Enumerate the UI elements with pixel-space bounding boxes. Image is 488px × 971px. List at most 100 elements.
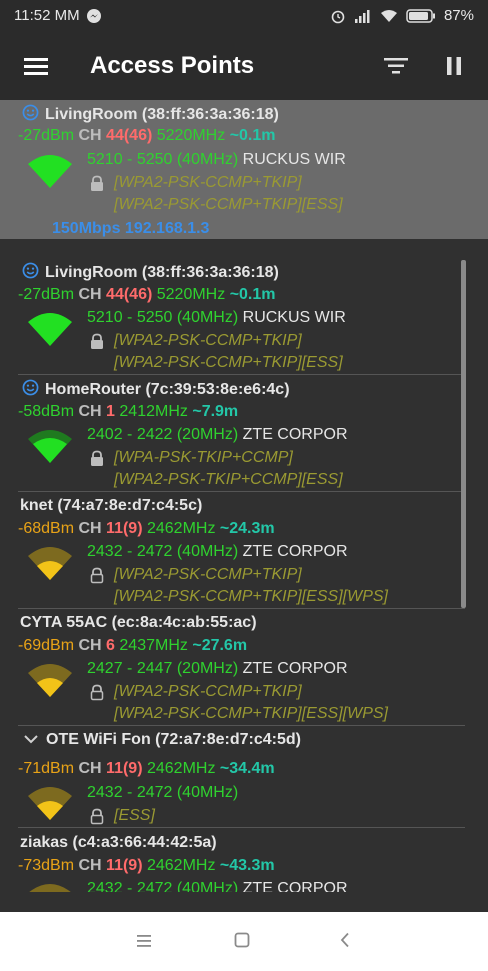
wifi-signal-icon [28, 787, 72, 820]
ap-channel-label: CH [78, 857, 102, 874]
ap-header: knet (74:a7:8e:d7:c4:5c) [20, 497, 203, 514]
access-point-item[interactable]: knet (74:a7:8e:d7:c4:5c) -68dBm CH 11(9)… [0, 492, 465, 609]
ap-signal-dbm: -73dBm [18, 857, 75, 874]
ap-capabilities-2: [WPA2-PSK-CCMP+TKIP][ESS] [114, 196, 343, 213]
access-point-item[interactable]: LivingRoom (38:ff:36:3a:36:18) -27dBm CH… [0, 100, 488, 239]
ap-frequency: 2462MHz [146, 857, 216, 874]
ap-header: LivingRoom (38:ff:36:3a:36:18) [45, 106, 279, 123]
ap-frequency: 5220MHz [156, 127, 226, 144]
ap-channel-label: CH [78, 286, 102, 303]
status-time: 11:52 MM [14, 7, 80, 24]
ap-connection-info: 150Mbps 192.168.1.3 [52, 220, 210, 237]
ap-channel-label: CH [78, 760, 102, 777]
ap-frequency: 2462MHz [146, 520, 216, 537]
menu-icon [24, 58, 48, 75]
lock-icon [90, 684, 104, 701]
ap-channel: 1 [106, 403, 115, 420]
lock-icon [90, 567, 104, 584]
home-icon [234, 932, 250, 948]
ap-capabilities-1: [ESS] [114, 807, 155, 824]
battery-icon [406, 8, 435, 23]
ap-channel-range: 2402 - 2422 (20MHz) [87, 426, 239, 443]
messenger-icon [86, 8, 101, 23]
ap-capabilities-2: [WPA2-PSK-CCMP+TKIP][ESS][WPS] [114, 705, 388, 722]
ap-header: CYTA 55AC (ec:8a:4c:ab:55:ac) [20, 614, 257, 631]
ap-signal-dbm: -71dBm [18, 760, 75, 777]
lock-icon [91, 450, 103, 466]
ap-channel-label: CH [78, 403, 102, 420]
ap-channel: 11(9) [106, 760, 143, 777]
ap-frequency: 2462MHz [146, 760, 216, 777]
access-point-item[interactable]: ziakas (c4:a3:66:44:42:5a) -73dBm CH 11(… [0, 828, 465, 892]
ap-distance: ~0.1m [229, 286, 276, 303]
ap-channel-range: 2432 - 2472 (40MHz) [87, 880, 239, 892]
ap-channel-range: 2427 - 2447 (20MHz) [87, 660, 239, 677]
back-button[interactable] [333, 930, 357, 954]
smiley-icon [22, 104, 39, 121]
ap-frequency: 5220MHz [156, 286, 226, 303]
ap-channel-label: CH [78, 127, 102, 144]
ap-header: OTE WiFi Fon (72:a7:8e:d7:c4:5d) [46, 731, 301, 748]
home-button[interactable] [230, 930, 254, 954]
ap-vendor: ZTE CORPOR [242, 880, 348, 892]
ap-vendor: ZTE CORPOR [242, 660, 348, 677]
menu-button[interactable] [20, 50, 52, 82]
filter-button[interactable] [380, 50, 412, 82]
ap-channel: 44(46) [106, 286, 153, 303]
ap-vendor: RUCKUS WIR [242, 151, 346, 168]
ap-header: HomeRouter (7c:39:53:8e:e6:4c) [45, 381, 290, 398]
ap-vendor: ZTE CORPOR [242, 426, 348, 443]
ap-capabilities-1: [WPA2-PSK-CCMP+TKIP] [114, 566, 302, 583]
wifi-signal-icon [28, 430, 72, 463]
ap-channel-range: 2432 - 2472 (40MHz) [87, 543, 239, 560]
ap-vendor: ZTE CORPOR [242, 543, 348, 560]
ap-capabilities-2: [WPA2-PSK-CCMP+TKIP][ESS][WPS] [114, 588, 388, 605]
ap-capabilities-2: [WPA2-PSK-TKIP+CCMP][ESS] [114, 471, 343, 488]
access-point-item[interactable]: OTE WiFi Fon (72:a7:8e:d7:c4:5d) -71dBm … [0, 726, 465, 828]
ap-distance: ~27.6m [192, 637, 248, 654]
navigation-bar [0, 912, 488, 971]
wifi-status-icon [380, 9, 397, 22]
access-point-item[interactable]: HomeRouter (7c:39:53:8e:e6:4c) -58dBm CH… [0, 375, 465, 492]
ap-vendor: RUCKUS WIR [242, 309, 346, 326]
ap-signal-dbm: -27dBm [18, 127, 75, 144]
wifi-signal-icon [28, 155, 72, 188]
app-bar: Access Points [0, 32, 488, 100]
page-title: Access Points [90, 52, 255, 79]
access-point-item[interactable]: LivingRoom (38:ff:36:3a:36:18) -27dBm CH… [0, 258, 465, 375]
access-point-list[interactable]: LivingRoom (38:ff:36:3a:36:18) -27dBm CH… [0, 100, 488, 892]
ap-distance: ~43.3m [219, 857, 275, 874]
ap-header: LivingRoom (38:ff:36:3a:36:18) [45, 264, 279, 281]
ap-capabilities-1: [WPA2-PSK-CCMP+TKIP] [114, 174, 302, 191]
access-point-item[interactable]: CYTA 55AC (ec:8a:4c:ab:55:ac) -69dBm CH … [0, 609, 465, 726]
ap-capabilities-1: [WPA2-PSK-CCMP+TKIP] [114, 332, 302, 349]
wifi-signal-icon [28, 547, 72, 580]
recents-button[interactable] [132, 930, 156, 954]
ap-channel-label: CH [78, 520, 102, 537]
ap-channel-range: 5210 - 5250 (40MHz) [87, 309, 239, 326]
ap-signal-dbm: -27dBm [18, 286, 75, 303]
alarm-icon [331, 10, 345, 23]
battery-percent: 87% [443, 7, 474, 24]
lock-icon [90, 808, 104, 825]
ap-channel: 6 [106, 637, 115, 654]
ap-signal-dbm: -69dBm [18, 637, 75, 654]
cell-signal-icon [354, 9, 370, 23]
ap-header: ziakas (c4:a3:66:44:42:5a) [20, 834, 217, 851]
status-bar: 11:52 MM 87% [0, 0, 488, 32]
ap-channel: 11(9) [106, 857, 143, 874]
lock-icon [91, 175, 103, 191]
ap-capabilities-2: [WPA2-PSK-CCMP+TKIP][ESS] [114, 354, 343, 371]
lock-icon [91, 333, 103, 349]
pause-button[interactable] [438, 50, 470, 82]
ap-channel-range: 5210 - 5250 (40MHz) [87, 151, 239, 168]
scrollbar[interactable] [461, 260, 466, 608]
ap-frequency: 2412MHz [119, 403, 188, 420]
smiley-icon [22, 379, 39, 396]
ap-signal-dbm: -58dBm [18, 403, 75, 420]
chevron-down-icon[interactable] [24, 734, 38, 744]
ap-distance: ~34.4m [219, 760, 275, 777]
wifi-signal-icon [29, 884, 71, 892]
ap-distance: ~24.3m [219, 520, 275, 537]
back-icon [340, 932, 349, 948]
